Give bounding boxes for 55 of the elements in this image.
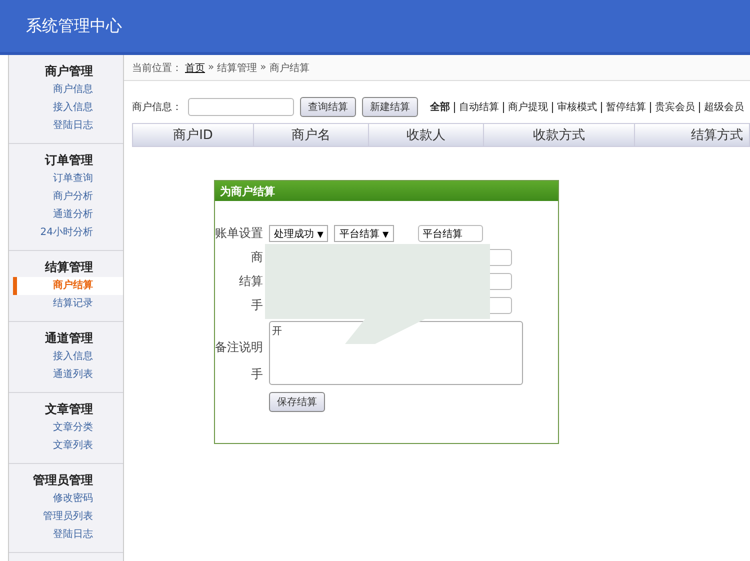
field-label: 结算 [238, 273, 263, 290]
filter-link[interactable]: 自动结算 [459, 100, 499, 114]
sidebar-item[interactable]: 商户分析 [9, 188, 123, 206]
breadcrumb-link[interactable]: 结算管理 [217, 60, 258, 74]
sidebar-item[interactable]: 24小时分析 [9, 224, 123, 242]
filter-link[interactable]: 全部 [430, 100, 450, 114]
field-label: 手 [250, 297, 263, 314]
sidebar-item[interactable]: 通道列表 [9, 366, 123, 384]
dropdown[interactable]: 平台结算 ▼ [334, 225, 394, 242]
column-header[interactable]: 收款人 [369, 124, 484, 146]
sidebar-heading: 管理员管理 [33, 472, 94, 489]
sidebar-heading: 订单管理 [45, 152, 94, 169]
filter-link[interactable]: 商户提现 [508, 100, 548, 114]
action-button[interactable]: 查询结算 [300, 97, 356, 117]
sidebar-heading: 文章管理 [45, 401, 94, 418]
field-label: 商 [250, 249, 263, 266]
breadcrumb-separator: » [208, 62, 214, 73]
filter-link[interactable]: 贵宾会员 [655, 100, 695, 114]
sidebar-item[interactable]: 接入信息 [9, 99, 123, 117]
column-header[interactable]: 商户ID [133, 124, 254, 146]
sidebar-item[interactable]: 文章分类 [9, 419, 123, 437]
sidebar-heading: 商户管理 [45, 63, 94, 80]
filter-link[interactable]: 暂停结算 [606, 100, 646, 114]
sidebar-item[interactable]: 管理员列表 [9, 508, 123, 526]
save-button[interactable]: 保存结算 [269, 392, 325, 412]
breadcrumb-link[interactable]: 商户结算 [269, 60, 310, 74]
column-header[interactable]: 商户名 [254, 124, 369, 146]
sidebar-item[interactable]: 结算记录 [9, 295, 123, 313]
sidebar-heading: 通道管理 [45, 330, 94, 347]
search-label: 商户信息： [132, 100, 182, 114]
filter-link[interactable]: 超级会员 [704, 100, 744, 114]
input-field[interactable]: 平台结算 [418, 225, 483, 242]
sidebar-item[interactable]: 登陆日志 [9, 526, 123, 544]
sidebar-item[interactable]: 通道分析 [9, 206, 123, 224]
breadcrumb-separator: » [260, 62, 266, 73]
sidebar-item[interactable]: 接入信息 [9, 348, 123, 366]
sidebar-item[interactable]: 订单查询 [9, 170, 123, 188]
field-label: 账单设置 [215, 225, 263, 242]
column-header[interactable]: 结算方式 [635, 124, 749, 146]
dialog-title: 为商户结算 [220, 184, 275, 198]
sidebar-item[interactable]: 文章列表 [9, 437, 123, 455]
dropdown[interactable]: 处理成功 ▼ [269, 225, 328, 242]
action-button[interactable]: 新建结算 [362, 97, 418, 117]
field-label: 备注说明 [215, 339, 263, 356]
sidebar-item[interactable]: 登陆日志 [9, 117, 123, 135]
column-header[interactable]: 收款方式 [484, 124, 635, 146]
sidebar-heading: 结算管理 [45, 259, 94, 276]
site-title: 系统管理中心 [26, 16, 122, 36]
search-field[interactable] [188, 98, 294, 116]
filter-link[interactable]: 审核模式 [557, 100, 597, 114]
sidebar-item[interactable]: 商户信息 [9, 81, 123, 99]
breadcrumb-link[interactable]: 首页 [185, 60, 205, 74]
field-label: 手 [250, 366, 263, 383]
sidebar-item[interactable]: 修改密码 [9, 490, 123, 508]
breadcrumb-label: 当前位置： [132, 62, 182, 74]
